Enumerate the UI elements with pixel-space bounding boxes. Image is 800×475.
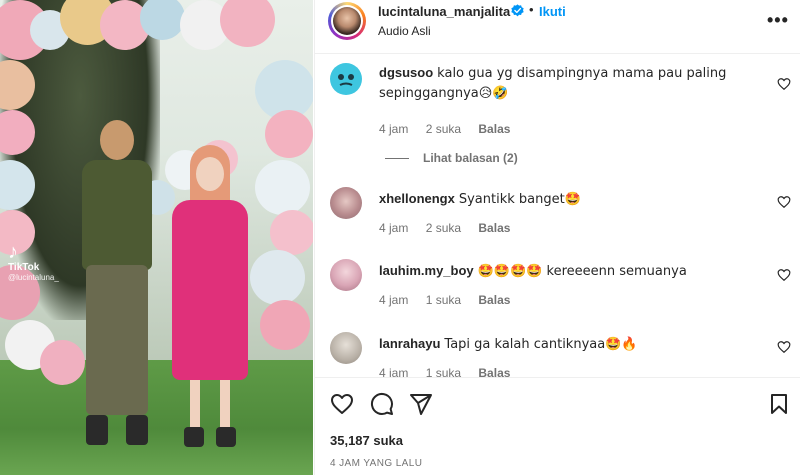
- person-left: [68, 120, 168, 450]
- comment-heart-icon[interactable]: [777, 340, 791, 354]
- tiktok-brand: TikTok: [8, 262, 40, 273]
- follow-button[interactable]: Ikuti: [539, 4, 566, 19]
- post-panel: lucintaluna_manjalita • Ikuti Audio Asli…: [314, 0, 800, 475]
- comment-body: lanrahayu Tapi ga kalah cantiknyaa🤩🔥: [379, 334, 759, 354]
- post-header: lucintaluna_manjalita • Ikuti Audio Asli…: [315, 0, 800, 54]
- comment-avatar[interactable]: [330, 259, 362, 291]
- tiktok-user: @lucintaluna_: [8, 273, 59, 282]
- comment-body: xhellonengx Syantikk banget🤩: [379, 189, 759, 209]
- comment-username[interactable]: dgsusoo: [379, 65, 433, 80]
- audio-label[interactable]: Audio Asli: [378, 24, 431, 38]
- comment-heart-icon[interactable]: [777, 77, 791, 91]
- reply-button[interactable]: Balas: [478, 122, 510, 136]
- comment-body: lauhim.my_boy 🤩🤩🤩🤩 kereeeenn semuanya: [379, 261, 759, 281]
- comment-meta: 4 jam 1 suka Balas: [379, 366, 524, 377]
- comment-text: Syantikk banget🤩: [458, 192, 581, 207]
- comment-body: dgsusoo kalo gua yg disampingnya mama pau…: [379, 63, 759, 103]
- tiktok-icon: ♪: [8, 241, 18, 263]
- author-avatar[interactable]: [328, 2, 366, 40]
- comment-avatar[interactable]: [330, 63, 362, 95]
- comment-username[interactable]: lanrahayu: [379, 336, 440, 351]
- view-replies-button[interactable]: Lihat balasan (2): [385, 151, 518, 165]
- view-replies-line: [385, 158, 409, 160]
- comment-time: 4 jam: [379, 221, 409, 235]
- post-actions: 35,187 suka 4 JAM YANG LALU: [315, 377, 800, 475]
- comment-icon[interactable]: [370, 392, 394, 416]
- post-timestamp[interactable]: 4 JAM YANG LALU: [330, 458, 422, 469]
- comment-text: 🤩🤩🤩🤩 kereeeenn semuanya: [477, 264, 687, 279]
- share-icon[interactable]: [409, 392, 433, 416]
- reply-button[interactable]: Balas: [478, 366, 510, 377]
- more-options-icon[interactable]: •••: [767, 10, 789, 31]
- comment-meta: 4 jam 1 suka Balas: [379, 293, 524, 307]
- comment-time: 4 jam: [379, 122, 409, 136]
- comment-time: 4 jam: [379, 293, 409, 307]
- comment-avatar[interactable]: [330, 332, 362, 364]
- header-separator: •: [529, 2, 534, 17]
- comment-heart-icon[interactable]: [777, 195, 791, 209]
- comment-likes[interactable]: 2 suka: [426, 122, 461, 136]
- tiktok-watermark: ♪ TikTok @lucintaluna_: [8, 242, 59, 282]
- comment-meta: 4 jam 2 suka Balas: [379, 122, 524, 136]
- comment-time: 4 jam: [379, 366, 409, 377]
- face-icon: [338, 74, 354, 86]
- author-username[interactable]: lucintaluna_manjalita: [378, 4, 510, 19]
- comment-text: Tapi ga kalah cantiknyaa🤩🔥: [444, 337, 638, 352]
- comment-heart-icon[interactable]: [777, 268, 791, 282]
- reply-button[interactable]: Balas: [478, 221, 510, 235]
- comment-username[interactable]: xhellonengx: [379, 191, 455, 206]
- comment-likes[interactable]: 2 suka: [426, 221, 461, 235]
- comments-list[interactable]: dgsusoo kalo gua yg disampingnya mama pau…: [315, 55, 800, 377]
- view-replies-label: Lihat balasan (2): [423, 151, 518, 165]
- reply-button[interactable]: Balas: [478, 293, 510, 307]
- heart-icon[interactable]: [330, 392, 354, 416]
- comment-avatar[interactable]: [330, 187, 362, 219]
- post-media[interactable]: ♪ TikTok @lucintaluna_: [0, 0, 313, 475]
- comment-username[interactable]: lauhim.my_boy: [379, 263, 474, 278]
- person-right: [160, 145, 260, 450]
- verified-badge-icon: [511, 4, 524, 17]
- comment-meta: 4 jam 2 suka Balas: [379, 221, 524, 235]
- bookmark-icon[interactable]: [767, 392, 791, 416]
- comment-likes[interactable]: 1 suka: [426, 366, 461, 377]
- comment-likes[interactable]: 1 suka: [426, 293, 461, 307]
- like-count[interactable]: 35,187 suka: [330, 433, 403, 448]
